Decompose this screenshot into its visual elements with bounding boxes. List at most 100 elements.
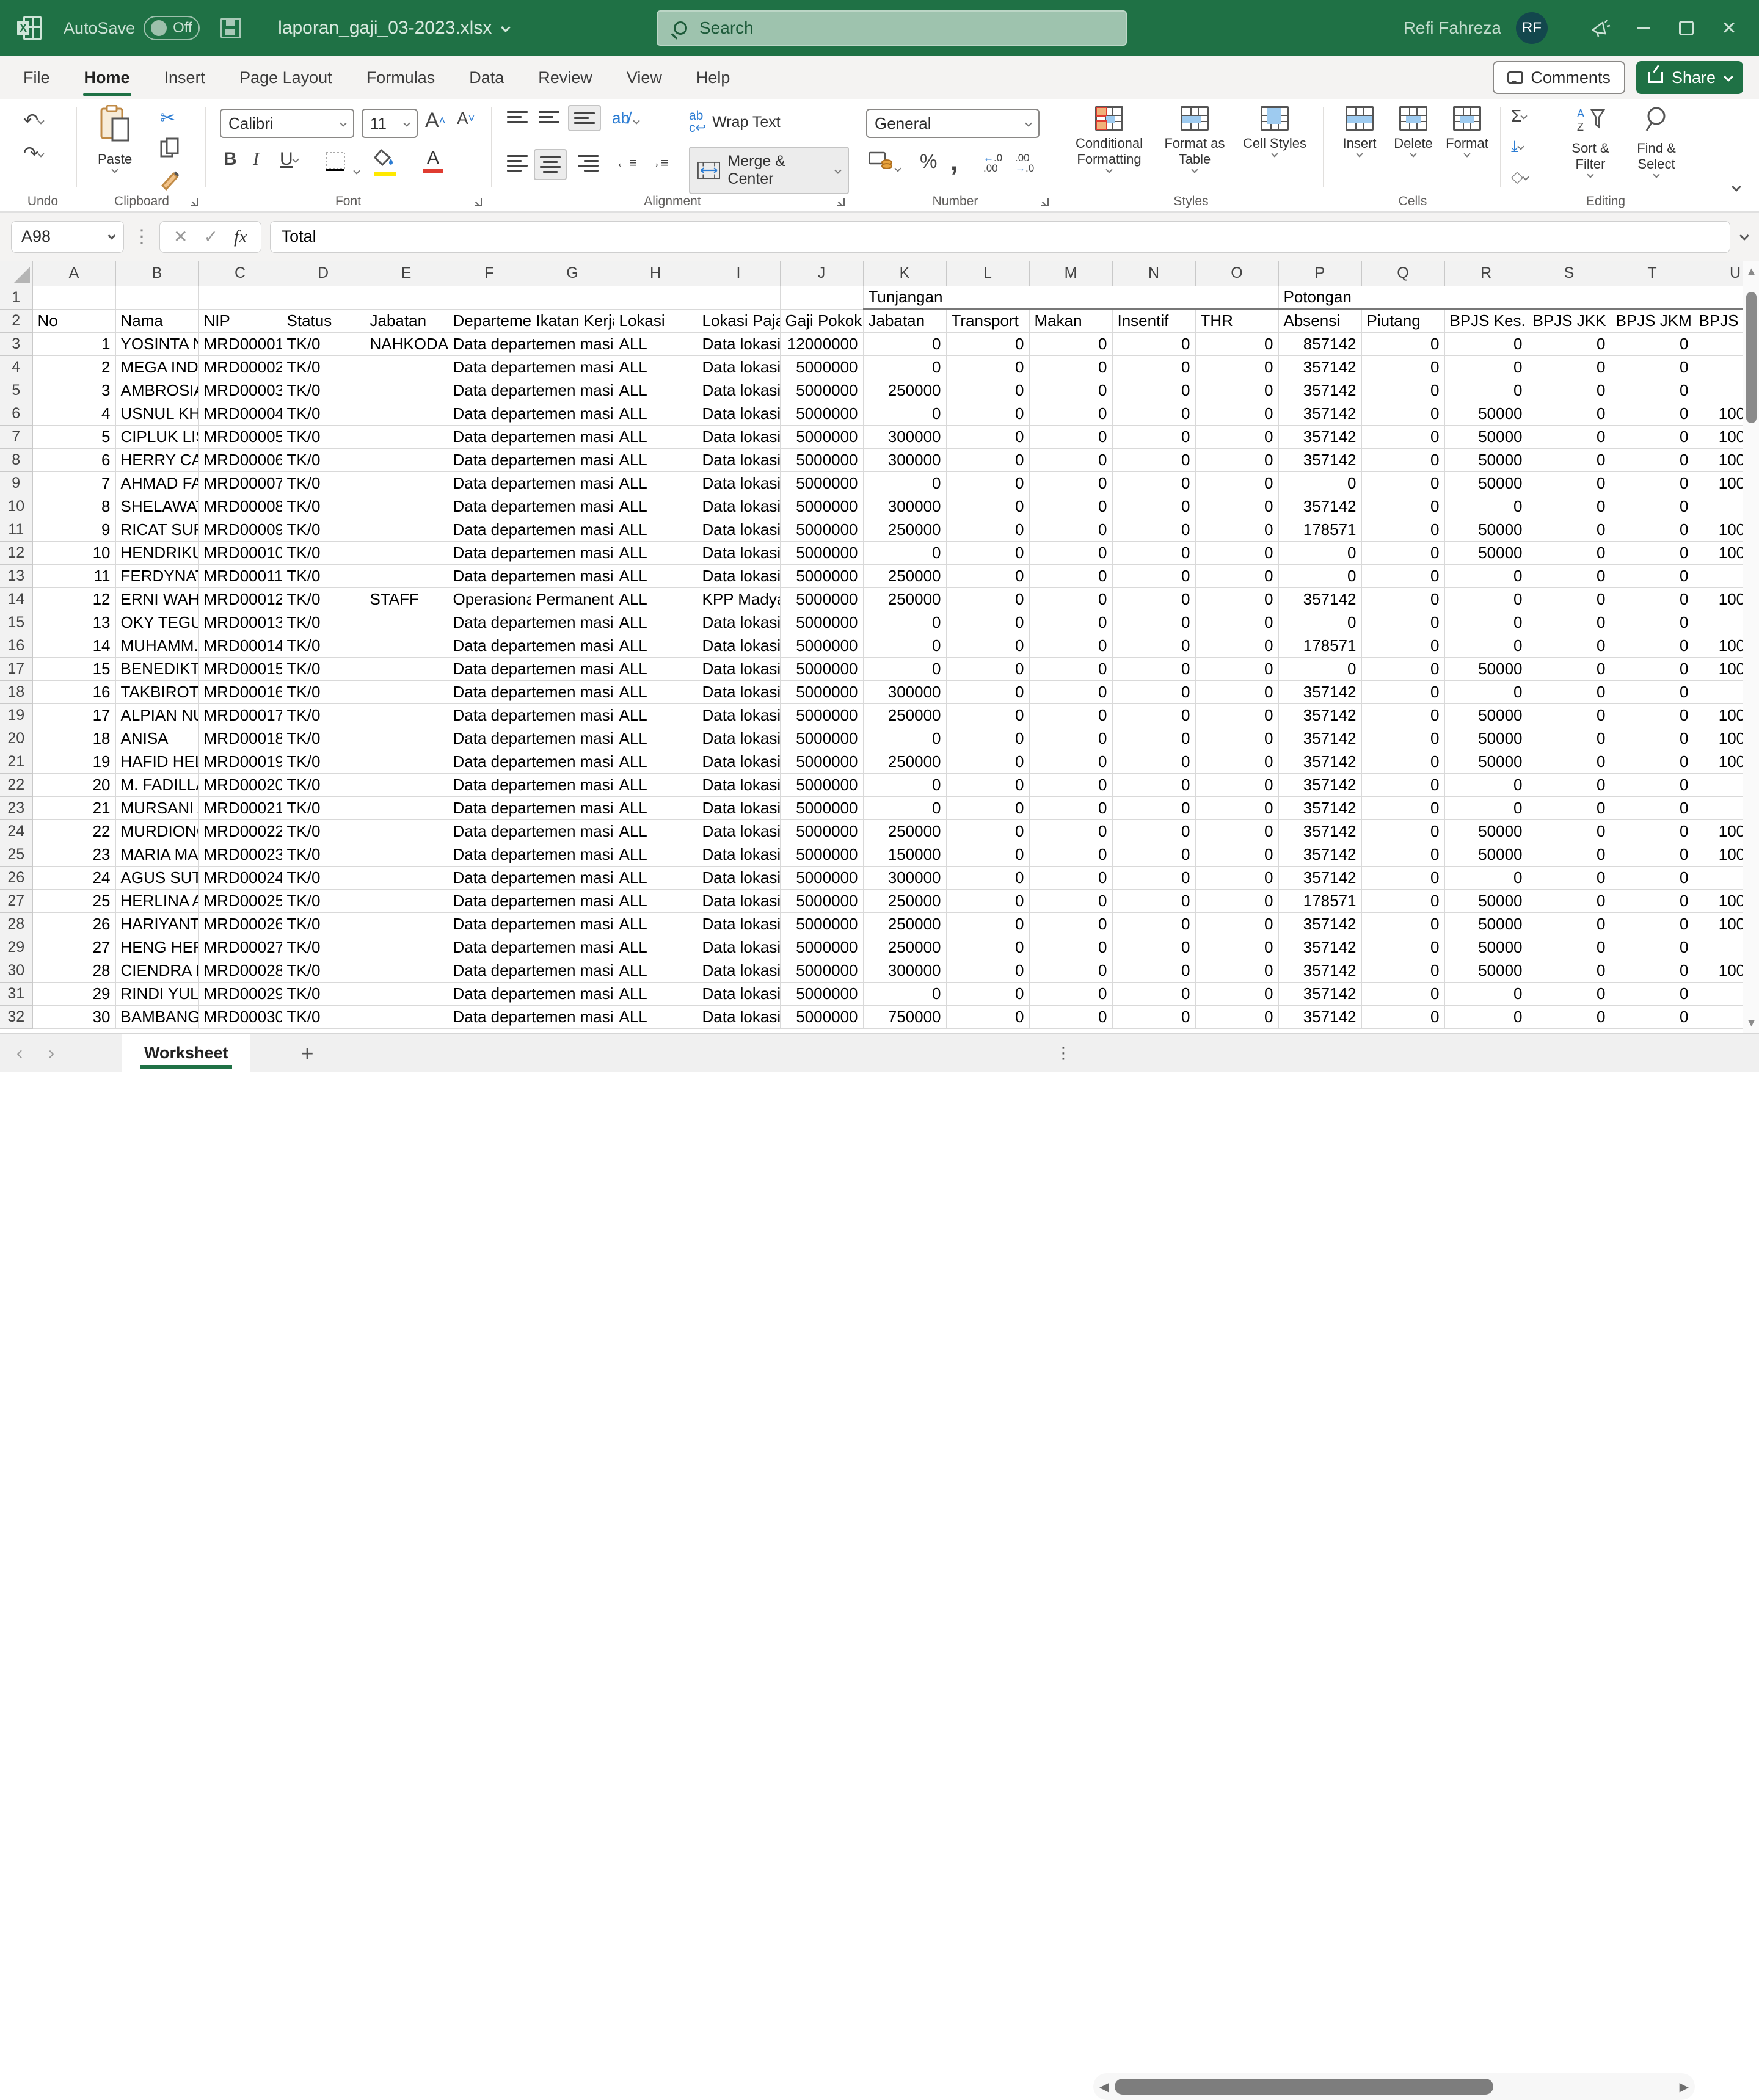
- cell[interactable]: TK/0: [282, 680, 365, 703]
- cell[interactable]: TK/0: [282, 425, 365, 448]
- cell[interactable]: 0: [1528, 889, 1611, 912]
- row-header-25[interactable]: 25: [0, 843, 32, 866]
- cell[interactable]: 0: [1112, 657, 1195, 680]
- cell[interactable]: TK/0: [282, 796, 365, 819]
- cell[interactable]: 0: [1029, 680, 1112, 703]
- cell[interactable]: Data departemen masi: [448, 541, 614, 564]
- cell[interactable]: 17: [32, 703, 115, 727]
- cell[interactable]: 5000000: [780, 471, 863, 495]
- cell[interactable]: MRD00009: [198, 518, 282, 541]
- cell[interactable]: 5000000: [780, 889, 863, 912]
- row-header-11[interactable]: 11: [0, 518, 32, 541]
- cell[interactable]: Data lokasi: [697, 332, 780, 355]
- cell[interactable]: Data departemen masi: [448, 402, 614, 425]
- cell[interactable]: ALL: [614, 680, 697, 703]
- cell[interactable]: 0: [1361, 936, 1444, 959]
- cell[interactable]: 0: [863, 355, 946, 379]
- cell[interactable]: ALL: [614, 843, 697, 866]
- cell[interactable]: 300000: [863, 495, 946, 518]
- cell[interactable]: Data lokasi: [697, 518, 780, 541]
- scroll-down-icon[interactable]: ▼: [1743, 1017, 1759, 1030]
- cell[interactable]: 0: [946, 773, 1029, 796]
- cell[interactable]: MRD00014: [198, 634, 282, 657]
- cell[interactable]: [1694, 680, 1743, 703]
- cell[interactable]: 0: [1528, 703, 1611, 727]
- cell[interactable]: 0: [1528, 912, 1611, 936]
- cell[interactable]: 0: [1361, 587, 1444, 611]
- cell[interactable]: 0: [1528, 425, 1611, 448]
- cell-header[interactable]: Jabatan: [863, 309, 946, 332]
- cell[interactable]: 50000: [1444, 843, 1528, 866]
- cell-header[interactable]: NIP: [198, 309, 282, 332]
- cell-header[interactable]: BPJS Kes.: [1444, 309, 1528, 332]
- cell[interactable]: [1694, 495, 1743, 518]
- cell[interactable]: Data lokasi: [697, 657, 780, 680]
- cell[interactable]: [365, 796, 448, 819]
- cell[interactable]: MRD00029: [198, 982, 282, 1005]
- cell[interactable]: 357142: [1278, 866, 1361, 889]
- tab-home[interactable]: Home: [67, 56, 147, 99]
- cell[interactable]: 357142: [1278, 936, 1361, 959]
- cell[interactable]: ALL: [614, 355, 697, 379]
- percent-style-button[interactable]: %: [920, 150, 937, 173]
- cell[interactable]: MRD00017: [198, 703, 282, 727]
- scroll-up-icon[interactable]: ▲: [1743, 265, 1759, 278]
- cell[interactable]: MRD00015: [198, 657, 282, 680]
- cell[interactable]: 0: [1112, 495, 1195, 518]
- cell[interactable]: 10: [32, 541, 115, 564]
- cell[interactable]: 0: [1361, 727, 1444, 750]
- cell[interactable]: 0: [1611, 448, 1694, 471]
- cell[interactable]: Data lokasi: [697, 448, 780, 471]
- cell[interactable]: TK/0: [282, 355, 365, 379]
- cell[interactable]: [1694, 379, 1743, 402]
- cell[interactable]: Data departemen masi: [448, 634, 614, 657]
- cell[interactable]: 0: [1611, 843, 1694, 866]
- cell[interactable]: ALL: [614, 379, 697, 402]
- cell[interactable]: 5: [32, 425, 115, 448]
- cell[interactable]: 357142: [1278, 448, 1361, 471]
- cell[interactable]: 0: [1444, 680, 1528, 703]
- cell[interactable]: Data lokasi: [697, 959, 780, 982]
- cell[interactable]: 25: [32, 889, 115, 912]
- cell[interactable]: 0: [1528, 355, 1611, 379]
- cell[interactable]: 0: [1195, 843, 1278, 866]
- cell[interactable]: ALL: [614, 495, 697, 518]
- cell[interactable]: 30: [32, 1005, 115, 1028]
- cell[interactable]: ALL: [614, 982, 697, 1005]
- cell[interactable]: TK/0: [282, 379, 365, 402]
- cell[interactable]: MUHAMM.: [115, 634, 198, 657]
- align-left-button[interactable]: [507, 155, 528, 172]
- cell[interactable]: 12000000: [780, 332, 863, 355]
- cell[interactable]: [365, 819, 448, 843]
- more-options-icon[interactable]: ⋮: [1055, 1044, 1071, 1063]
- number-format-select[interactable]: General: [866, 109, 1040, 138]
- row-header-12[interactable]: 12: [0, 541, 32, 564]
- cell[interactable]: 100000: [1694, 657, 1743, 680]
- cell-header[interactable]: Nama: [115, 309, 198, 332]
- cell[interactable]: 0: [1611, 379, 1694, 402]
- cell[interactable]: [365, 889, 448, 912]
- cell[interactable]: 357142: [1278, 587, 1361, 611]
- cell[interactable]: 0: [1112, 587, 1195, 611]
- font-dialog-launcher[interactable]: [473, 197, 484, 208]
- horizontal-scroll-thumb[interactable]: [1115, 2079, 1493, 2095]
- column-header-J[interactable]: J: [780, 261, 863, 286]
- cell[interactable]: 0: [1029, 587, 1112, 611]
- cell[interactable]: 26: [32, 912, 115, 936]
- row-header-30[interactable]: 30: [0, 959, 32, 982]
- cell[interactable]: 24: [32, 866, 115, 889]
- cell[interactable]: ALL: [614, 750, 697, 773]
- cell[interactable]: 0: [1528, 727, 1611, 750]
- cell[interactable]: 0: [946, 495, 1029, 518]
- alignment-dialog-launcher[interactable]: [836, 197, 847, 208]
- cell[interactable]: 0: [1611, 1005, 1694, 1028]
- cell[interactable]: Data departemen masi: [448, 889, 614, 912]
- cell-header[interactable]: Absensi: [1278, 309, 1361, 332]
- cell[interactable]: 0: [1112, 332, 1195, 355]
- cell[interactable]: 0: [1195, 611, 1278, 634]
- cell[interactable]: TK/0: [282, 866, 365, 889]
- cell[interactable]: 0: [1611, 332, 1694, 355]
- cell[interactable]: 0: [1278, 611, 1361, 634]
- cell[interactable]: MRD00028: [198, 959, 282, 982]
- row-header-32[interactable]: 32: [0, 1005, 32, 1028]
